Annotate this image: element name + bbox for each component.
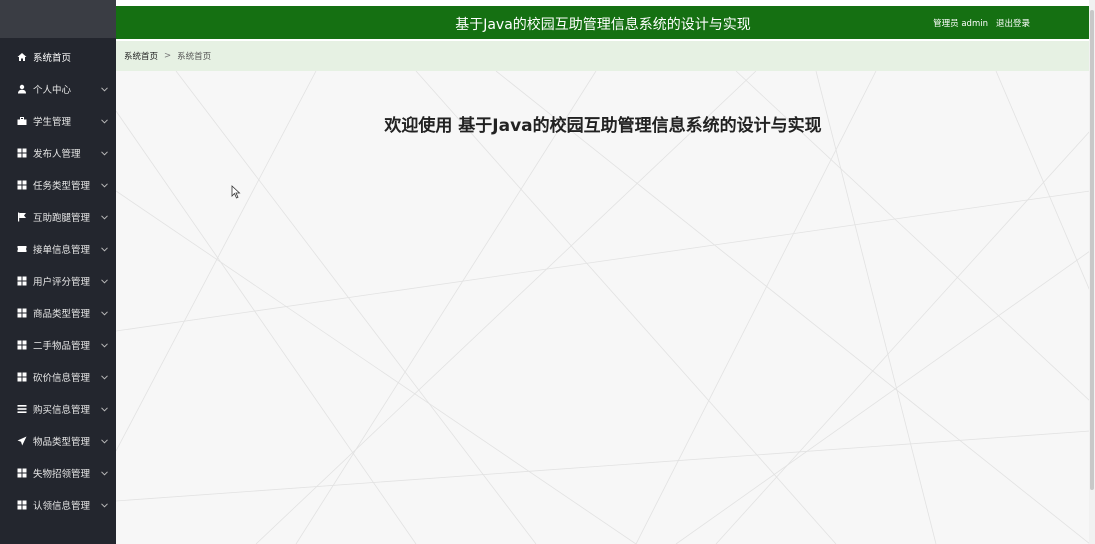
grid-icon (16, 275, 28, 287)
chevron-down-icon (100, 501, 108, 509)
scrollbar-thumb[interactable] (1090, 10, 1094, 490)
sidebar-item-label: 学生管理 (33, 117, 72, 128)
sidebar-item-lost-found[interactable]: 失物招领管理 (0, 457, 116, 489)
grid-icon (16, 307, 28, 319)
breadcrumb-home-link[interactable]: 系统首页 (124, 50, 158, 62)
sidebar-logo-area (0, 0, 116, 38)
sidebar-item-ratings[interactable]: 用户评分管理 (0, 265, 116, 297)
breadcrumb: 系统首页 > 系统首页 (116, 41, 1090, 71)
grid-icon (16, 371, 28, 383)
chevron-down-icon (100, 277, 108, 285)
sidebar-item-students[interactable]: 学生管理 (0, 105, 116, 137)
sidebar-item-errands[interactable]: 互助跑腿管理 (0, 201, 116, 233)
sidebar-item-task-types[interactable]: 任务类型管理 (0, 169, 116, 201)
chevron-down-icon (100, 149, 108, 157)
sidebar-item-label: 购买信息管理 (33, 405, 91, 416)
sidebar-item-label: 个人中心 (33, 85, 72, 96)
sidebar-item-label: 认领信息管理 (33, 501, 91, 512)
page-scrollbar[interactable] (1089, 0, 1095, 544)
sidebar-item-orders[interactable]: 接单信息管理 (0, 233, 116, 265)
sidebar-item-label: 商品类型管理 (33, 309, 91, 320)
sidebar-nav: 系统首页 个人中心 学生管理 发布人管理 任务类型管理 互助跑腿管理 接单信息管… (0, 41, 116, 521)
grid-icon (16, 467, 28, 479)
sidebar-item-label: 发布人管理 (33, 149, 81, 160)
send-icon (16, 435, 28, 447)
sidebar-item-goods-types[interactable]: 商品类型管理 (0, 297, 116, 329)
sidebar-item-label: 任务类型管理 (33, 181, 91, 192)
sidebar-item-second-hand[interactable]: 二手物品管理 (0, 329, 116, 361)
main-content: 欢迎使用 基于Java的校园互助管理信息系统的设计与实现 (116, 71, 1090, 544)
user-area: 管理员 admin 退出登录 (933, 17, 1030, 29)
ticket-icon (16, 243, 28, 255)
user-label: 管理员 admin (933, 19, 988, 29)
sidebar-item-publishers[interactable]: 发布人管理 (0, 137, 116, 169)
mouse-cursor-icon (231, 185, 241, 199)
sidebar-item-label: 失物招领管理 (33, 469, 91, 480)
list-icon (16, 403, 28, 415)
sidebar-item-label: 系统首页 (33, 53, 72, 64)
sidebar-item-claims[interactable]: 认领信息管理 (0, 489, 116, 521)
header-bar: 基于Java的校园互助管理信息系统的设计与实现 管理员 admin 退出登录 (116, 6, 1090, 39)
grid-icon (16, 147, 28, 159)
breadcrumb-current: 系统首页 (177, 52, 212, 62)
sidebar-item-purchase[interactable]: 购买信息管理 (0, 393, 116, 425)
breadcrumb-separator: > (164, 51, 172, 61)
sidebar-item-label: 用户评分管理 (33, 277, 91, 288)
sidebar-item-label: 物品类型管理 (33, 437, 91, 448)
chevron-down-icon (100, 341, 108, 349)
briefcase-icon (16, 115, 28, 127)
chevron-down-icon (100, 469, 108, 477)
chevron-down-icon (100, 213, 108, 221)
chevron-down-icon (100, 245, 108, 253)
logout-link[interactable]: 退出登录 (996, 17, 1030, 29)
sidebar-item-label: 互助跑腿管理 (33, 213, 91, 224)
sidebar-item-bargain[interactable]: 砍价信息管理 (0, 361, 116, 393)
sidebar-item-home[interactable]: 系统首页 (0, 41, 116, 73)
sidebar-item-label: 二手物品管理 (33, 341, 91, 352)
grid-icon (16, 499, 28, 511)
user-icon (16, 83, 28, 95)
chevron-down-icon (100, 117, 108, 125)
sidebar-item-item-types[interactable]: 物品类型管理 (0, 425, 116, 457)
chevron-down-icon (100, 181, 108, 189)
background-pattern (116, 71, 1090, 544)
flag-icon (16, 211, 28, 223)
chevron-down-icon (100, 85, 108, 93)
sidebar-item-personal-center[interactable]: 个人中心 (0, 73, 116, 105)
grid-icon (16, 179, 28, 191)
grid-icon (16, 339, 28, 351)
welcome-heading: 欢迎使用 基于Java的校园互助管理信息系统的设计与实现 (384, 116, 822, 136)
chevron-down-icon (100, 437, 108, 445)
sidebar: 系统首页 个人中心 学生管理 发布人管理 任务类型管理 互助跑腿管理 接单信息管… (0, 0, 116, 544)
chevron-down-icon (100, 309, 108, 317)
sidebar-item-label: 接单信息管理 (33, 245, 91, 256)
home-icon (16, 51, 28, 63)
sidebar-item-label: 砍价信息管理 (33, 373, 91, 384)
chevron-down-icon (100, 405, 108, 413)
chevron-down-icon (100, 373, 108, 381)
